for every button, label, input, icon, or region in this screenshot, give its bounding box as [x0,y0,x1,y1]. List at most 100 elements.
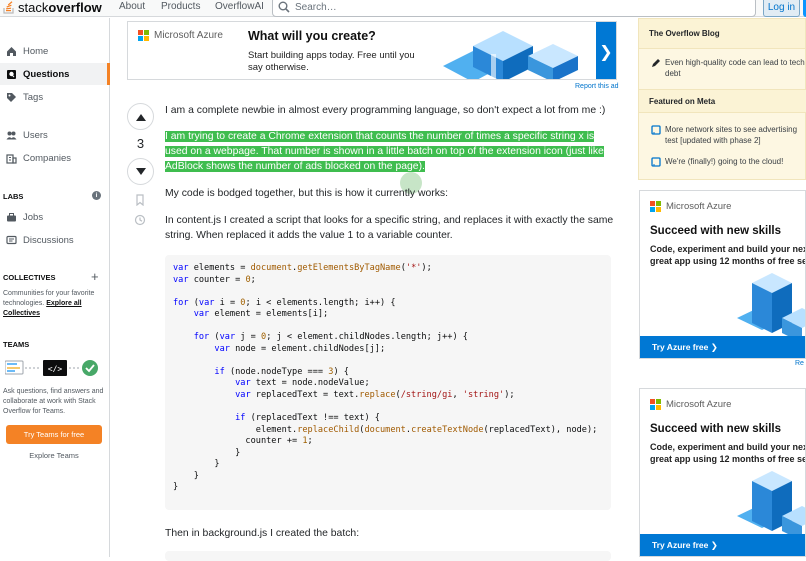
teams-illustration: </> [4,358,101,378]
top-advertisement[interactable]: Microsoft Azure What will you create? St… [127,21,617,80]
meta-item[interactable]: We're (finally!) going to the cloud! [651,156,806,167]
sidebar-item-label: Jobs [23,211,44,223]
blog-heading: The Overflow Blog [639,19,805,49]
ad-cubes-illustration [737,471,805,541]
nav-overflowai[interactable]: OverflowAI [215,0,264,13]
history-icon[interactable] [134,214,146,226]
downvote-button[interactable] [127,158,154,185]
meta-item-text: We're (finally!) going to the cloud! [665,157,784,166]
meta-item[interactable]: More network sites to see advertising te… [651,124,806,146]
teams-heading: TEAMS [3,340,30,349]
users-icon [4,128,18,142]
home-icon [4,44,18,58]
meta-item-text: More network sites to see advertising te… [665,125,798,145]
chevron-right-icon[interactable]: ❯ [596,22,616,79]
blog-item[interactable]: Even high-quality code can lead to tech … [651,57,806,79]
explore-teams-link[interactable]: Explore Teams [0,451,108,460]
ad-brand-text: Microsoft Azure [666,399,732,410]
vote-count: 3 [136,136,145,151]
post-paragraph-4: In content.js I created a script that lo… [165,213,613,243]
try-azure-button[interactable]: Try Azure free ❯ [640,534,805,556]
search-input[interactable]: Search… [272,0,756,17]
sidebar-item-label: Companies [23,152,72,164]
upvote-button[interactable] [127,103,154,130]
code-block[interactable]: var elements = document.getElementsByTag… [165,255,611,510]
ad-brand-text: Microsoft Azure [154,30,223,41]
downvote-icon [135,167,146,175]
login-button[interactable]: Log in [763,0,800,17]
post-paragraph-1: I am a complete newbie in almost every p… [165,105,606,116]
ad-brand: Microsoft Azure [138,30,223,41]
post-paragraph-5: Then in background.js I created the batc… [165,528,360,539]
collectives-description: Communities for your favorite technologi… [3,289,107,319]
featured-meta-heading: Featured on Meta [639,89,806,113]
ad-brand: Microsoft Azure [650,399,731,410]
sidebar-item-label: Home [23,45,49,57]
sidebar-item-companies[interactable]: Companies [0,147,110,169]
bookmark-icon[interactable] [134,194,146,206]
ad-headline: Succeed with new skills [650,423,782,435]
highlighted-text-line: used on a webpage. That number is shown … [165,146,604,157]
pencil-icon [652,59,660,67]
sidebar-item-label: Questions [23,68,70,80]
globe-icon [4,67,18,81]
stackoverflow-logo[interactable]: stack overflow [3,0,102,15]
code-block-2[interactable] [165,551,611,561]
search-placeholder: Search… [295,1,337,13]
meta-icon [651,157,661,167]
ad-subtext: Start building apps today. Free until yo… [248,50,415,73]
ad-subtext-line: Code, experiment and build your next [650,442,806,452]
microsoft-logo-icon [650,399,661,410]
right-advertisement[interactable]: Microsoft Azure Succeed with new skills … [639,388,806,557]
report-ad-link[interactable]: Report this ad [575,83,619,90]
try-teams-button[interactable]: Try Teams for free [6,425,102,444]
sidebar-item-label: Discussions [23,234,74,246]
briefcase-icon [4,210,18,224]
logo-text-light: stack [18,0,49,15]
teams-description: Ask questions, find answers and collabor… [3,388,104,415]
search-icon [278,1,290,13]
sidebar-item-questions[interactable]: Questions [0,63,110,85]
nav-products[interactable]: Products [161,0,200,13]
post-paragraph-3: My code is bodged together, but this is … [165,188,448,199]
blog-item-text: Even high-quality code can lead to tech … [665,58,805,78]
building-icon [4,151,18,165]
sidebar-item-home[interactable]: Home [0,40,110,62]
microsoft-logo-icon [650,201,661,212]
text-line: string. When replaced it adds the value … [165,230,453,241]
overflow-blog-widget: The Overflow Blog Even high-quality code… [638,18,806,180]
report-ad-link[interactable]: Re [795,360,804,367]
upvote-icon [135,113,146,121]
sidebar-item-jobs[interactable]: Jobs [0,206,110,228]
logo-text-bold: overflow [48,0,102,15]
info-icon[interactable]: i [92,191,101,200]
top-bar: stack overflow About Products OverflowAI … [0,0,806,17]
ad-brand-text: Microsoft Azure [666,201,732,212]
nav-about[interactable]: About [119,0,145,13]
ad-brand: Microsoft Azure [650,201,731,212]
sidebar-item-discussions[interactable]: Discussions [0,229,110,251]
stackoverflow-logo-icon [3,0,15,14]
meta-icon [651,125,661,135]
post-paragraph-2-highlighted: I am trying to create a Chrome extension… [165,129,604,174]
sidebar-item-label: Users [23,129,48,141]
discussion-icon [4,233,18,247]
try-azure-button[interactable]: Try Azure free ❯ [640,336,805,358]
right-advertisement[interactable]: Microsoft Azure Succeed with new skills … [639,190,806,359]
ad-cubes-illustration [443,31,578,79]
left-sidebar: Home Questions Tags Users Companies LABS… [0,18,110,557]
add-collective-icon[interactable]: + [91,269,99,284]
sidebar-item-users[interactable]: Users [0,124,110,146]
highlighted-text-line: AdBlock shows the number of ads blocked … [165,161,425,172]
ad-headline: Succeed with new skills [650,225,782,237]
ad-headline: What will you create? [248,29,376,43]
collectives-heading: COLLECTIVES [3,273,56,282]
ad-subtext-line: Code, experiment and build your next [650,244,806,254]
sidebar-item-tags[interactable]: Tags [0,86,110,108]
ad-cubes-illustration [737,273,805,343]
tag-icon [4,90,18,104]
svg-text:</>: </> [48,365,63,374]
highlighted-text-line: I am trying to create a Chrome extension… [165,131,595,142]
microsoft-logo-icon [138,30,149,41]
sidebar-item-label: Tags [23,91,44,103]
